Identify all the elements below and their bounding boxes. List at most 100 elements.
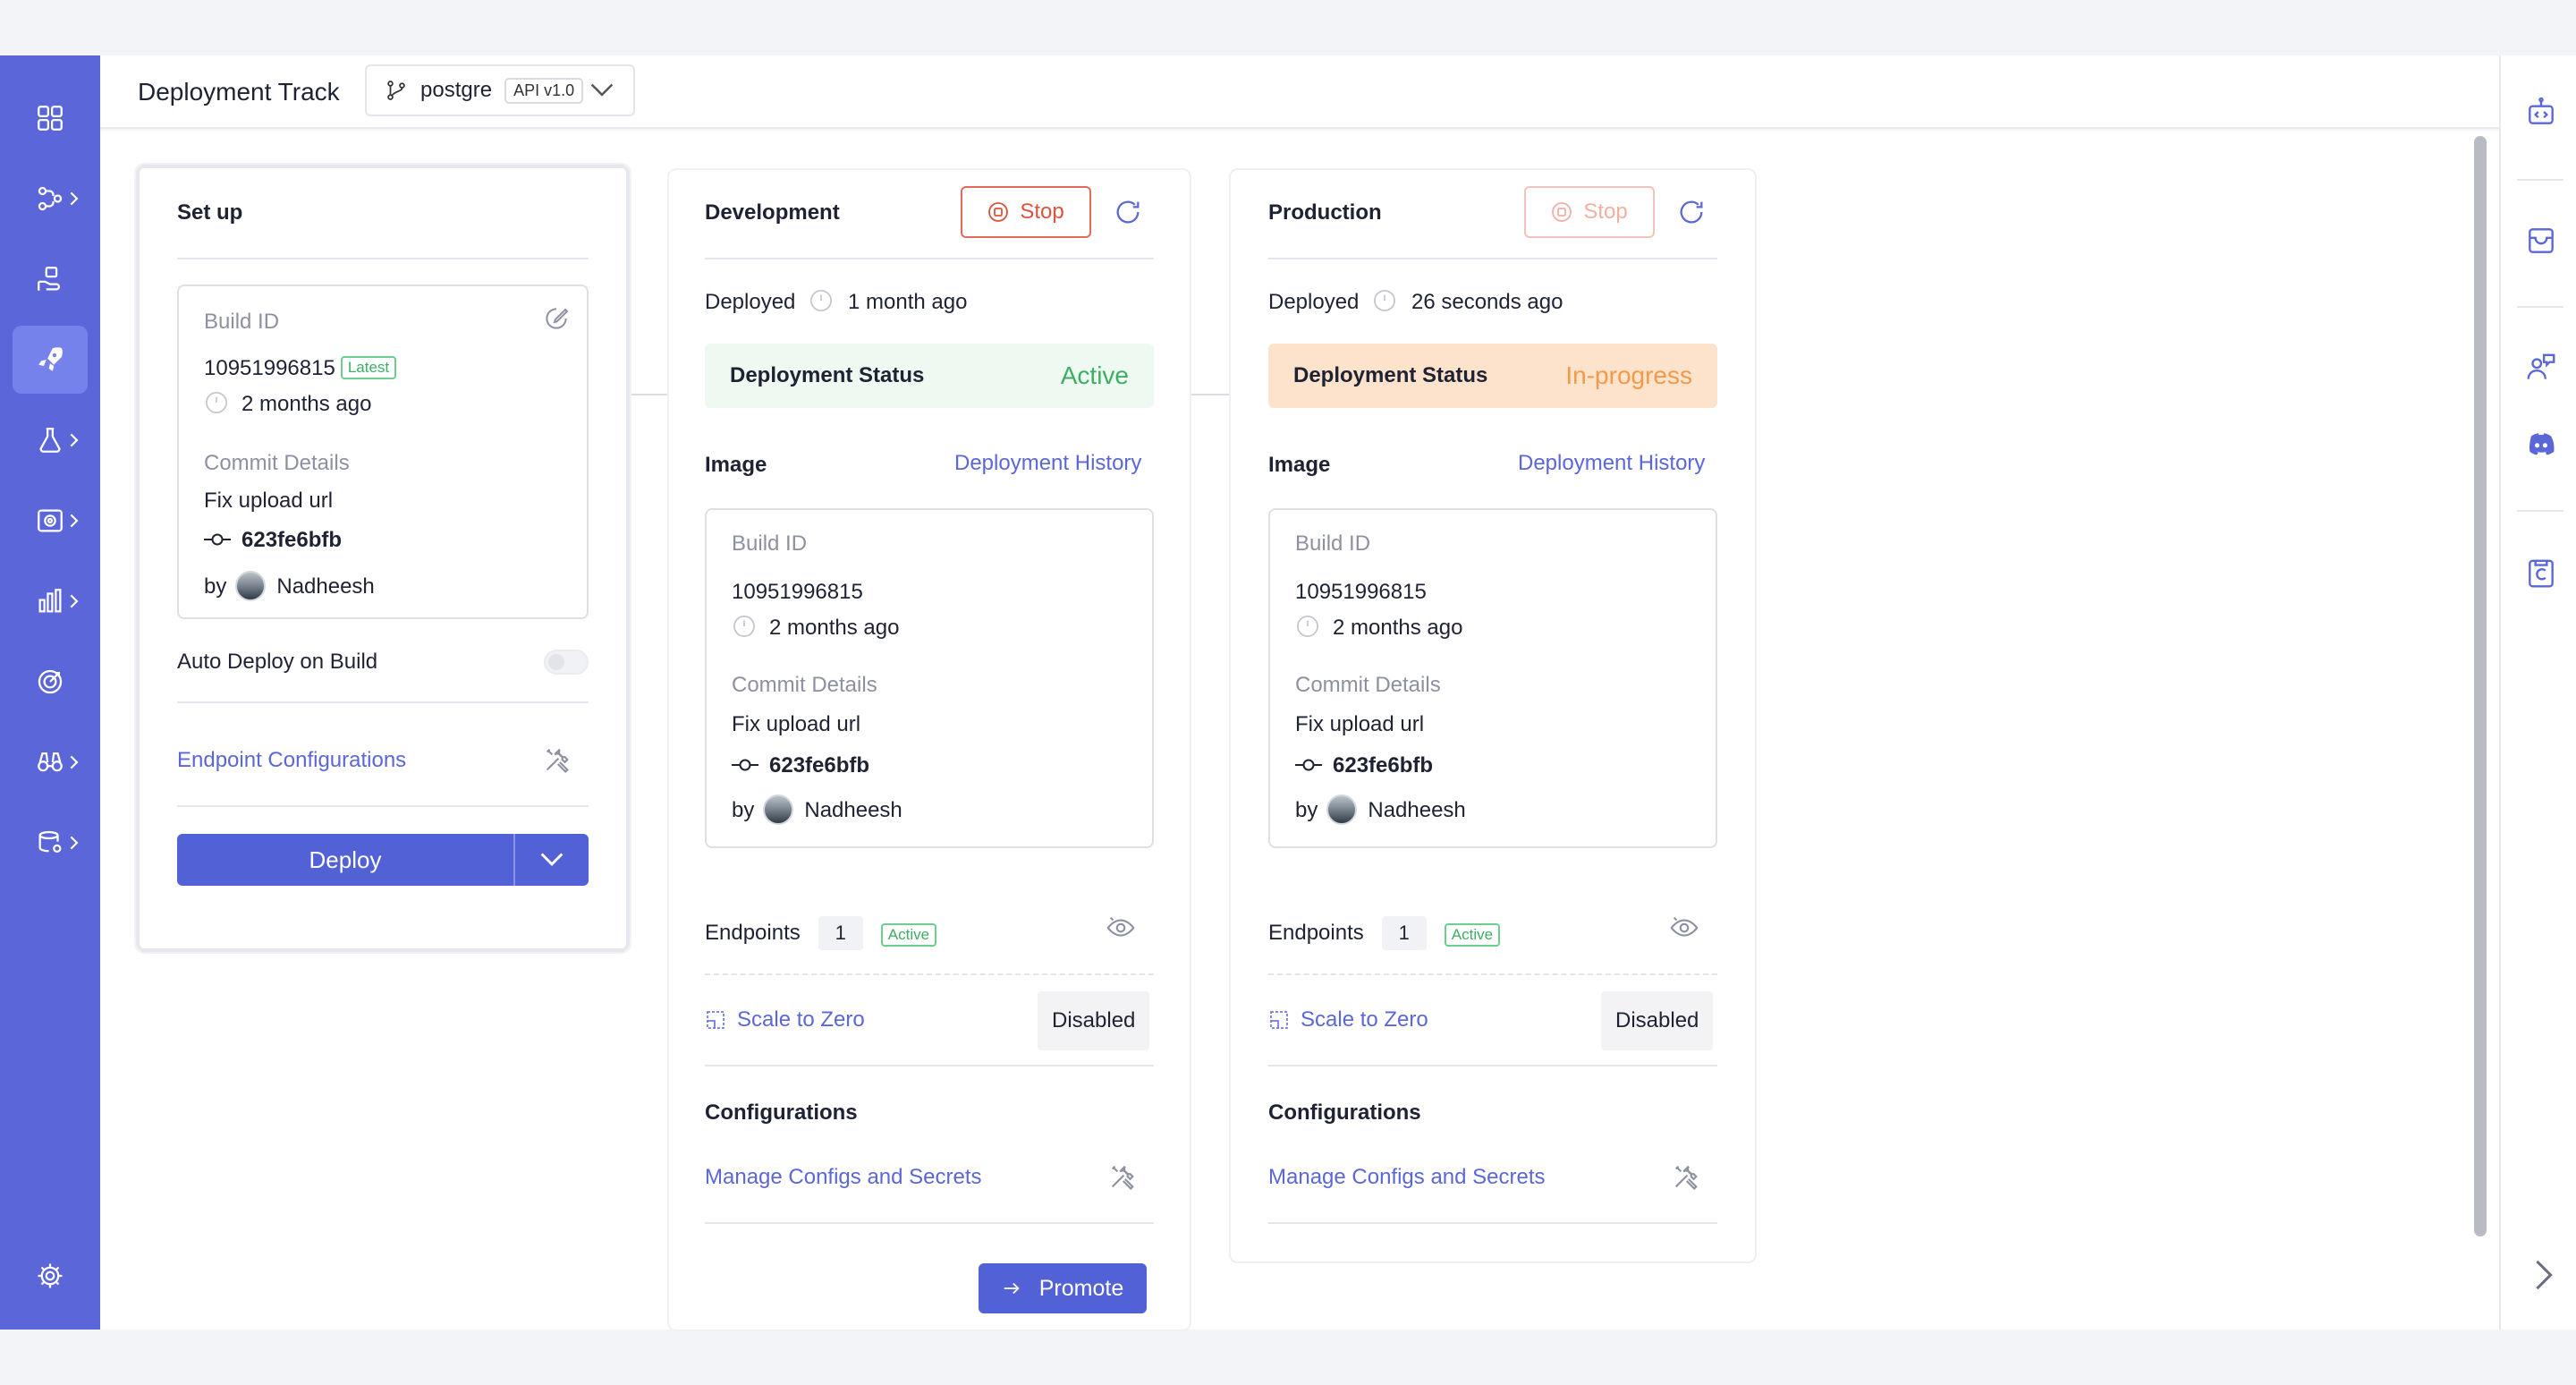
commit-author: by Nadheesh <box>1295 794 1466 825</box>
commit-message: Fix upload url <box>732 712 861 736</box>
eye-icon[interactable] <box>1669 913 1699 943</box>
chevron-right-icon[interactable] <box>2531 1258 2556 1292</box>
deployment-history-link[interactable]: Deployment History <box>954 451 1141 476</box>
scale-to-zero-value: Disabled <box>1601 991 1714 1050</box>
deploy-button-label[interactable]: Deploy <box>177 834 515 886</box>
robot-code-icon[interactable] <box>2524 95 2558 129</box>
commit-message: Fix upload url <box>204 489 334 513</box>
avatar <box>235 571 267 601</box>
eye-icon[interactable] <box>1106 913 1136 943</box>
sidebar-item-governance[interactable] <box>13 728 88 796</box>
endpoints-label: Endpoints <box>1268 921 1364 945</box>
deployment-history-link[interactable]: Deployment History <box>1518 451 1705 476</box>
clock-icon <box>733 616 755 637</box>
sidebar-item-insights[interactable] <box>13 648 88 716</box>
flow-icon <box>38 186 63 211</box>
divider <box>177 258 589 259</box>
sidebar-item-test[interactable] <box>13 406 88 474</box>
divider <box>1268 973 1717 975</box>
copyright-doc-icon[interactable] <box>2524 557 2558 591</box>
branch-selector[interactable]: postgre API v1.0 <box>365 64 635 116</box>
git-branch-icon <box>387 81 405 100</box>
environment-title: Development <box>705 200 840 225</box>
chevron-right-icon <box>70 836 79 850</box>
deploy-options-toggle[interactable] <box>515 834 589 886</box>
commit-icon <box>732 759 758 771</box>
divider <box>177 805 589 807</box>
api-version-badge: API v1.0 <box>504 77 584 104</box>
endpoints-count: 1 <box>1381 916 1427 950</box>
deployment-status-bar: Deployment Status In-progress <box>1268 344 1717 408</box>
stop-icon <box>988 202 1009 222</box>
auto-deploy-toggle[interactable] <box>544 650 589 675</box>
arrow-right-icon <box>1004 1282 1020 1295</box>
manage-configs-link[interactable]: Manage Configs and Secrets <box>1268 1165 1546 1190</box>
stop-label: Stop <box>1020 200 1064 224</box>
image-label: Image <box>1268 453 1331 477</box>
commit-label: Commit Details <box>204 451 350 475</box>
edit-icon[interactable] <box>542 304 571 333</box>
stop-icon <box>1552 202 1572 222</box>
support-chat-icon[interactable] <box>2524 351 2558 385</box>
stop-button[interactable]: Stop <box>1524 186 1655 238</box>
chevron-right-icon <box>70 755 79 769</box>
manage-configs-link[interactable]: Manage Configs and Secrets <box>705 1165 982 1190</box>
deployment-status-bar: Deployment Status Active <box>705 344 1154 408</box>
tools-icon[interactable] <box>1107 1161 1138 1192</box>
refresh-icon[interactable] <box>1113 197 1143 227</box>
sidebar-item-manage[interactable] <box>13 487 88 555</box>
configurations-title: Configurations <box>1268 1100 1421 1125</box>
build-id-label: Build ID <box>732 531 808 556</box>
sidebar-item-dependencies[interactable] <box>13 809 88 877</box>
sidebar-item-deploy[interactable] <box>13 326 88 394</box>
build-time: 2 months ago <box>769 616 900 640</box>
latest-badge: Latest <box>340 356 397 379</box>
scale-to-zero-link[interactable]: Scale to Zero <box>1301 1007 1428 1032</box>
by-label: by <box>732 798 755 822</box>
commit-icon <box>1295 759 1322 771</box>
endpoints-count: 1 <box>818 916 863 950</box>
sidebar-item-build[interactable] <box>13 245 88 313</box>
configurations-title: Configurations <box>705 1100 858 1125</box>
clock-icon <box>1297 616 1318 637</box>
build-time: 2 months ago <box>1333 616 1463 640</box>
endpoint-configurations-link[interactable]: Endpoint Configurations <box>177 748 406 773</box>
sidebar-item-observability[interactable] <box>13 567 88 635</box>
hand-box-icon <box>38 267 60 291</box>
scale-to-zero-link[interactable]: Scale to Zero <box>737 1007 865 1032</box>
deployed-time: 1 month ago <box>848 290 968 314</box>
rocket-icon <box>38 347 63 371</box>
sidebar-item-develop[interactable] <box>13 165 88 233</box>
inbox-icon[interactable] <box>2524 224 2558 258</box>
sidebar-item-overview[interactable] <box>13 84 88 152</box>
clock-icon <box>206 392 227 413</box>
endpoints-row: Endpoints 1 Active <box>705 916 937 950</box>
stop-button[interactable]: Stop <box>961 186 1091 238</box>
promote-button[interactable]: Promote <box>979 1263 1147 1313</box>
deployed-time: 26 seconds ago <box>1411 290 1563 314</box>
database-gear-icon <box>38 830 62 854</box>
tools-icon[interactable] <box>1671 1161 1701 1192</box>
commit-hash: 623fe6bfb <box>769 753 870 777</box>
deploy-button[interactable]: Deploy <box>177 834 589 886</box>
tools-icon[interactable] <box>542 744 572 775</box>
discord-icon[interactable] <box>2524 428 2558 462</box>
refresh-icon[interactable] <box>1676 197 1707 227</box>
target-icon <box>38 669 63 694</box>
build-id-label: Build ID <box>1295 531 1371 556</box>
divider <box>705 1065 1154 1066</box>
avatar <box>1326 794 1358 825</box>
commit-author: by Nadheesh <box>732 794 902 825</box>
clock-icon <box>810 290 832 311</box>
endpoints-label: Endpoints <box>705 921 801 945</box>
setup-title: Set up <box>177 200 243 225</box>
author-name: Nadheesh <box>1368 798 1466 822</box>
endpoints-row: Endpoints 1 Active <box>1268 916 1501 950</box>
gear-icon <box>38 1263 63 1288</box>
divider <box>705 1222 1154 1224</box>
sidebar-settings[interactable] <box>13 1242 88 1310</box>
clock-icon <box>1374 290 1395 311</box>
commit-hash: 623fe6bfb <box>1333 753 1434 777</box>
main-scrollbar[interactable] <box>2474 136 2487 1236</box>
build-id-value: 10951996815 <box>1295 580 1427 604</box>
